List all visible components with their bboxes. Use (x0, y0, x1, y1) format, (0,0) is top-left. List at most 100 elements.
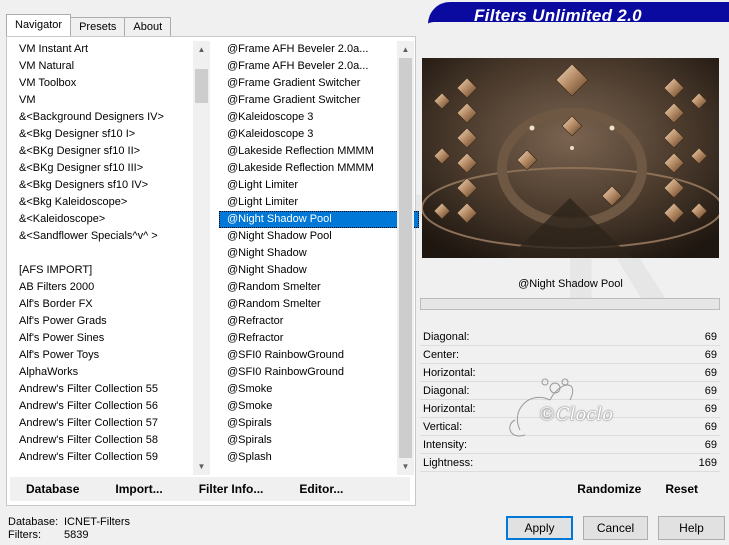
editor-button[interactable]: Editor... (299, 482, 343, 496)
scroll-down-arrow-icon[interactable]: ▼ (397, 458, 414, 475)
banner-title: Filters Unlimited 2.0 (474, 6, 642, 25)
tab-navigator[interactable]: Navigator (6, 14, 72, 36)
filter-scrollbar[interactable]: ▲ ▼ (397, 41, 414, 475)
parameter-slider-row[interactable]: Center: 69 (420, 346, 720, 364)
filter-list-item[interactable]: @Random Smelter (219, 279, 419, 296)
parameter-label: Lightness: (423, 457, 474, 469)
category-list-item[interactable]: Andrew's Filter Collection 58 (11, 432, 211, 449)
filter-info-button[interactable]: Filter Info... (199, 482, 264, 496)
filter-list[interactable]: @Frame AFH Beveler 2.0a... @Frame AFH Bev… (219, 41, 419, 475)
category-list-item[interactable]: Andrew's Filter Collection 56 (11, 398, 211, 415)
scroll-up-arrow-icon[interactable]: ▲ (193, 41, 210, 58)
category-list-item[interactable]: VM Toolbox (11, 75, 211, 92)
category-list-item[interactable]: &<Bkg Designers sf10 IV> (11, 177, 211, 194)
selected-filter-name: @Night Shadow Pool (518, 278, 623, 290)
scroll-thumb[interactable] (195, 69, 208, 103)
filter-list-item[interactable]: @SFI0 RainbowGround (219, 347, 419, 364)
category-list-item[interactable]: Andrew's Filter Collection 55 (11, 381, 211, 398)
scroll-thumb[interactable] (399, 58, 412, 458)
scroll-down-arrow-icon[interactable]: ▼ (193, 458, 210, 475)
preview-artwork (422, 58, 719, 258)
filter-list-item[interactable]: @Light Limiter (219, 177, 419, 194)
apply-button[interactable]: Apply (506, 516, 573, 540)
category-list-item[interactable]: Alf's Border FX (11, 296, 211, 313)
import-button[interactable]: Import... (115, 482, 162, 496)
filter-list-item[interactable]: @Refractor (219, 330, 419, 347)
parameter-slider-row[interactable]: Lightness: 169 (420, 454, 720, 472)
parameter-label: Intensity: (423, 439, 468, 451)
parameter-slider-row[interactable]: Horizontal: 69 (420, 400, 720, 418)
category-list-item[interactable]: [AFS IMPORT] (11, 262, 211, 279)
tab-about[interactable]: About (124, 17, 172, 36)
cancel-button[interactable]: Cancel (583, 516, 648, 540)
filter-list-item[interactable]: @Spirals (219, 432, 419, 449)
filter-list-item[interactable]: @Random Smelter (219, 296, 419, 313)
category-list-item[interactable]: &<BKg Designer sf10 III> (11, 160, 211, 177)
category-list[interactable]: VM Instant Art VM Natural VM Toolbox VM &<Ba… (11, 41, 211, 475)
category-list-item[interactable]: AlphaWorks (11, 364, 211, 381)
filter-list-item[interactable]: @Smoke (219, 381, 419, 398)
category-list-item[interactable]: &<Bkg Kaleidoscope> (11, 194, 211, 211)
database-status-label: Database: (8, 516, 59, 528)
category-list-item[interactable]: Andrew's Filter Collection 57 (11, 415, 211, 432)
category-list-item[interactable]: &<Bkg Designer sf10 I> (11, 126, 211, 143)
filter-list-item[interactable]: @Light Limiter (219, 194, 419, 211)
filter-list-item[interactable]: @Kaleidoscope 3 (219, 126, 419, 143)
category-scrollbar[interactable]: ▲ ▼ (193, 41, 210, 475)
tab-presets[interactable]: Presets (70, 17, 126, 36)
parameter-label: Diagonal: (423, 385, 470, 397)
parameter-slider-row[interactable]: Horizontal: 69 (420, 364, 720, 382)
filter-list-item[interactable]: @SFI0 RainbowGround (219, 364, 419, 381)
category-list-item[interactable]: Alf's Power Toys (11, 347, 211, 364)
category-list-item[interactable]: Alf's Power Sines (11, 330, 211, 347)
category-list-item[interactable]: Alf's Power Grads (11, 313, 211, 330)
parameter-slider-row[interactable]: Diagonal: 69 (420, 328, 720, 346)
parameter-slider-row[interactable]: Vertical: 69 (420, 418, 720, 436)
filter-list-item[interactable]: @Night Shadow Pool (219, 211, 419, 228)
scroll-up-arrow-icon[interactable]: ▲ (397, 41, 414, 58)
filter-list-item[interactable]: @Lakeside Reflection MMMM (219, 143, 419, 160)
filter-list-item[interactable]: @Spirals (219, 415, 419, 432)
category-list-item[interactable]: &<BKg Designer sf10 II> (11, 143, 211, 160)
progress-bar (420, 298, 720, 310)
tab-strip: Navigator Presets About (6, 14, 172, 36)
filter-list-item[interactable]: @Frame Gradient Switcher (219, 92, 419, 109)
filter-list-item[interactable]: @Kaleidoscope 3 (219, 109, 419, 126)
filters-unlimited-banner: Filters Unlimited 2.0 (428, 2, 729, 28)
filter-preview-image (422, 58, 719, 258)
category-list-item[interactable]: Andrew's Filter Collection 59 (11, 449, 211, 466)
category-list-item[interactable]: &<Background Designers IV> (11, 109, 211, 126)
navigator-panel: VM Instant Art VM Natural VM Toolbox VM &<Ba… (6, 36, 419, 506)
parameter-value: 69 (704, 331, 717, 343)
category-list-item[interactable]: &<Kaleidoscope> (11, 211, 211, 228)
parameter-slider-row[interactable]: Intensity: 69 (420, 436, 720, 454)
filter-list-item[interactable]: @Refractor (219, 313, 419, 330)
parameter-slider-row[interactable]: Diagonal: 69 (420, 382, 720, 400)
filter-list-item[interactable]: @Lakeside Reflection MMMM (219, 160, 419, 177)
database-button[interactable]: Database (26, 482, 79, 496)
parameter-label: Vertical: (423, 421, 463, 433)
parameter-value: 69 (704, 367, 717, 379)
filter-list-item[interactable]: @Frame AFH Beveler 2.0a... (219, 58, 419, 75)
filter-list-item[interactable]: @Night Shadow Pool (219, 228, 419, 245)
category-list-item[interactable]: &<Sandflower Specials^v^ > (11, 228, 211, 245)
filter-list-item[interactable]: @Frame AFH Beveler 2.0a... (219, 41, 419, 58)
filter-list-item[interactable]: @Night Shadow (219, 262, 419, 279)
parameter-value: 69 (704, 439, 717, 451)
category-list-item[interactable]: AB Filters 2000 (11, 279, 211, 296)
filter-list-item[interactable]: @Splash (219, 449, 419, 466)
reset-button[interactable]: Reset (665, 482, 698, 496)
filter-list-item[interactable]: @Smoke (219, 398, 419, 415)
category-list-item[interactable]: VM Natural (11, 58, 211, 75)
parameter-list: Diagonal: 69 Center: 69 Horizontal: 69 Diagona… (420, 328, 720, 476)
randomize-button[interactable]: Randomize (577, 482, 641, 496)
database-status-value: ICNET-Filters (64, 516, 130, 528)
parameter-value: 69 (704, 349, 717, 361)
filter-list-item[interactable]: @Night Shadow (219, 245, 419, 262)
category-list-item[interactable]: VM (11, 92, 211, 109)
parameter-label: Diagonal: (423, 331, 470, 343)
category-list-item[interactable]: VM Instant Art (11, 41, 211, 58)
parameter-label: Horizontal: (423, 403, 476, 415)
filter-list-item[interactable]: @Frame Gradient Switcher (219, 75, 419, 92)
help-button[interactable]: Help (658, 516, 725, 540)
